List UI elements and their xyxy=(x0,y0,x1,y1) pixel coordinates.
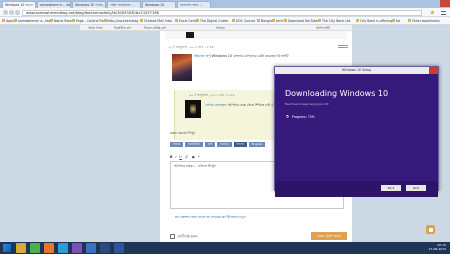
dialog-subtitle: Feel free to keep using your PC xyxy=(285,102,329,106)
dialog-close-button[interactable] xyxy=(429,67,438,74)
editor-tab[interactable]: ভিডিও xyxy=(217,142,232,147)
window-controls xyxy=(420,0,450,7)
editor-toolbar: B I U 🔗 ▣ ❝ xyxy=(170,155,199,159)
comment-options-icon[interactable] xyxy=(338,45,348,48)
address-bar[interactable]: www.somewhereinblog.net/blog/doctormasfo… xyxy=(22,9,422,16)
reply-body: আপনার কাছ থেকে শিখতে চাই :) xyxy=(228,103,274,107)
dialog-footer: Back Next xyxy=(275,181,438,197)
clock-date: 27-08-2015 xyxy=(428,246,446,251)
bold-button[interactable]: B xyxy=(170,155,172,159)
editor-tabs: ফিচার ইমোটিকন ছবি ভিডিও বাংলা English xyxy=(170,142,266,147)
tab[interactable]: somewhere in... blo xyxy=(37,1,71,8)
bookmark-item[interactable]: Other bookmarks xyxy=(408,19,440,23)
editor-note: ব্লগে প্রকাশিত সকল লেখার দায় লেখকের। ব্… xyxy=(175,215,246,219)
bookmark-item[interactable]: http://counterstrag xyxy=(104,19,138,23)
dialog-heading: Downloading Windows 10 xyxy=(285,89,389,98)
bookmark-item[interactable]: City Bank is offering xyxy=(356,19,392,23)
dialog-body: Downloading Windows 10 Feel free to keep… xyxy=(275,74,438,197)
reply-meta: ৯০ ই জানুয়ারি, ২০১৫ রাত ১২:৫৯ xyxy=(189,93,235,97)
close-button[interactable] xyxy=(440,0,450,7)
italic-button[interactable]: I xyxy=(175,155,176,159)
reply-author: লেখক বলেছেন: xyxy=(205,103,227,107)
dialog-titlebar: Windows 10 Setup xyxy=(275,67,438,74)
minimize-button[interactable] xyxy=(420,0,430,7)
windows-setup-icon[interactable] xyxy=(86,243,96,253)
image-icon[interactable]: ▣ xyxy=(192,155,195,159)
quote-icon[interactable]: ❝ xyxy=(198,155,200,159)
dialog-maximize-button[interactable] xyxy=(420,67,429,74)
comment-top-image xyxy=(186,32,194,38)
tab[interactable]: Windows 10 xyxy=(142,1,176,8)
reload-icon[interactable] xyxy=(15,10,20,15)
submit-comment-button[interactable]: মন্তব্য প্রকাশ করুন xyxy=(311,232,347,240)
bookmark-item[interactable]: bd xyxy=(392,19,400,23)
comment-avatar xyxy=(172,54,192,81)
dialog-minimize-button[interactable] xyxy=(411,67,420,74)
file-explorer-icon[interactable] xyxy=(16,243,26,253)
back-icon[interactable] xyxy=(3,10,8,15)
editor-tab[interactable]: ফিচার xyxy=(170,142,184,147)
left-gutter xyxy=(80,31,160,242)
tab[interactable]: Windows 10 পরিচি... xyxy=(72,1,106,8)
reply-avatar xyxy=(185,100,201,118)
link-icon[interactable]: 🔗 xyxy=(185,155,189,159)
feedback-widget-button[interactable] xyxy=(426,225,435,234)
back-button[interactable]: Back xyxy=(381,185,401,191)
bookmark-item[interactable]: DOC Sunset xyxy=(232,19,255,23)
bookmark-item[interactable]: Page - Control Panel xyxy=(72,19,108,23)
bookmark-item[interactable]: Bangla xyxy=(257,19,272,23)
start-button[interactable] xyxy=(3,244,11,252)
underline-button[interactable]: U xyxy=(179,155,181,159)
windows-setup-dialog: Windows 10 Setup Downloading Windows 10 … xyxy=(274,66,439,197)
editor-tab-active[interactable]: বাংলা xyxy=(233,142,247,147)
tab[interactable]: অনলাইন আয় ... xyxy=(177,1,211,8)
maximize-button[interactable] xyxy=(430,0,440,7)
comment-author[interactable]: স্বপ্নবাজ অপু xyxy=(194,54,211,58)
menu-icon[interactable] xyxy=(441,10,446,15)
editor-tab[interactable]: ইমোটিকন xyxy=(185,142,203,147)
bookmark-item[interactable]: The Digital Gutter xyxy=(196,19,229,23)
media-icon[interactable] xyxy=(72,243,82,253)
tab-active[interactable]: Windows 10 বাংলা xyxy=(2,1,36,8)
editor-tab[interactable]: ছবি xyxy=(204,142,216,147)
word-icon[interactable] xyxy=(114,243,124,253)
browser-toolbar: www.somewhereinblog.net/blog/doctormasfo… xyxy=(0,8,450,17)
bookmark-item[interactable]: Apps xyxy=(2,19,14,23)
bookmark-star-icon[interactable] xyxy=(430,10,435,15)
tab[interactable]: দক্ষিণ আফ্রিকার ... xyxy=(107,1,141,8)
bookmark-item[interactable]: somewherein a...blo xyxy=(14,19,50,23)
editor-tab[interactable]: English xyxy=(248,142,266,147)
next-button[interactable]: Next xyxy=(406,185,426,191)
comment-body: Windows 10 বাংলায় চালানোর চেষ্টা করেছেন… xyxy=(211,54,289,58)
editor-heading: মন্তব্য করতে লিখুন xyxy=(170,131,196,135)
skype-icon[interactable] xyxy=(58,243,68,253)
bookmarks-bar: Apps somewherein a...blo Nairal Bande Pa… xyxy=(0,17,450,25)
chrome-icon[interactable] xyxy=(30,243,40,253)
bookmark-item[interactable]: Outlook Mail Inbo xyxy=(140,19,172,23)
bookmark-item[interactable]: Nairal Bande xyxy=(50,19,75,23)
firefox-icon[interactable] xyxy=(44,243,54,253)
progress-text: Progress: 73% xyxy=(292,115,315,119)
notify-checkbox[interactable]: নোটিফাই করুন xyxy=(170,234,198,241)
bookmark-item[interactable]: Download YouTube xyxy=(284,19,318,23)
spinner-icon xyxy=(286,115,289,118)
comment-meta: ১০ ই জানুয়ারি, ২০১৫ রাত ১২:৪৪ xyxy=(168,45,214,49)
forward-icon[interactable] xyxy=(9,10,14,15)
bookmark-item[interactable]: The City Bank Ltd. xyxy=(318,19,351,23)
taskbar: 00:15 27-08-2015 xyxy=(0,242,450,254)
photoshop-icon[interactable] xyxy=(100,243,110,253)
comment-textarea-text: আপনার মন্তব্য... এখানে লিখুন xyxy=(174,164,216,168)
system-clock[interactable]: 00:15 27-08-2015 xyxy=(428,243,446,251)
tab-strip: Windows 10 বাংলা somewhere in... blo Win… xyxy=(0,0,450,8)
